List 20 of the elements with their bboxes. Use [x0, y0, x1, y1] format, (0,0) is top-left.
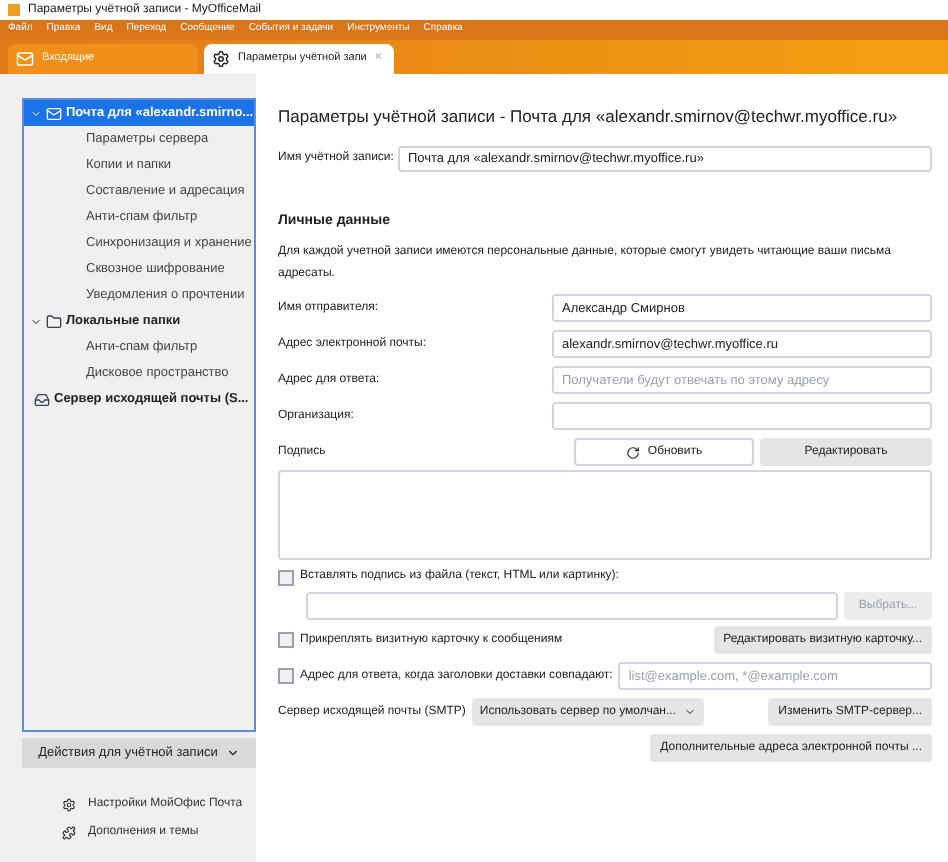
- settings-icon: [62, 798, 76, 812]
- chevron-icon: [30, 315, 42, 327]
- chevron-icon: [30, 107, 42, 119]
- mail-icon: [16, 50, 34, 68]
- file-path-field[interactable]: [306, 592, 838, 621]
- checkbox[interactable]: [278, 569, 294, 586]
- mail-icon: [46, 105, 62, 121]
- puzzle-icon: [62, 826, 76, 840]
- checkbox[interactable]: [278, 668, 294, 685]
- chevron-icon: [225, 746, 240, 760]
- input-field[interactable]: [552, 402, 932, 431]
- signature-textarea[interactable]: [278, 470, 932, 561]
- checkbox[interactable]: [278, 632, 294, 649]
- settings-icon: [212, 50, 230, 68]
- chevron-icon: [683, 706, 696, 719]
- refresh-icon: [625, 445, 640, 460]
- outbox-icon: [34, 391, 50, 407]
- app-icon: [8, 4, 20, 16]
- page-title: Параметры учётной записи - Почта для «alexandr.smirnov@techwr.myoffice.ru»: [278, 104, 900, 130]
- folder-icon: [46, 313, 62, 329]
